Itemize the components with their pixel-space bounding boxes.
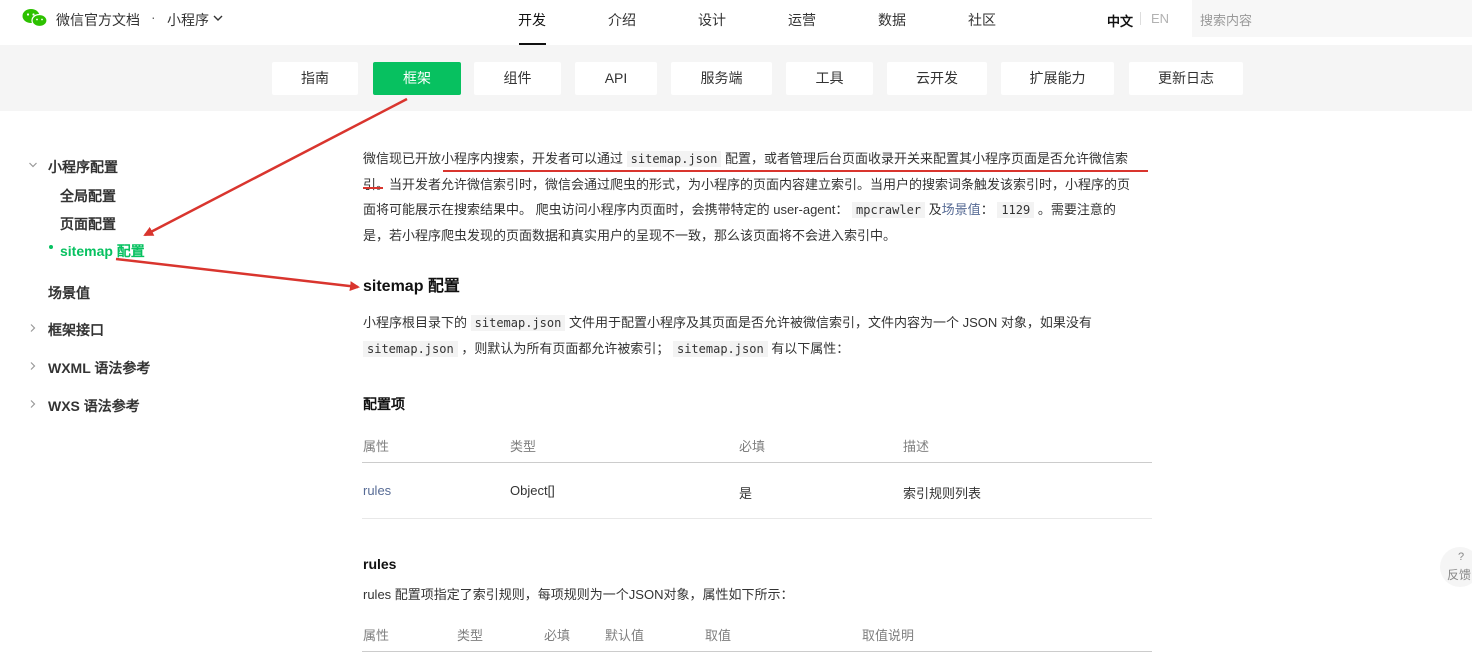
- nav-design[interactable]: 设计: [698, 10, 726, 30]
- tab-guide[interactable]: 指南: [272, 62, 358, 95]
- chevron-down-icon[interactable]: [28, 160, 38, 170]
- intro-line-2: 引。当开发者允许微信索引时，微信会通过爬虫的形式，为小程序的页面内容建立索引。当…: [363, 177, 1131, 192]
- nav-operations[interactable]: 运营: [788, 10, 816, 30]
- tab-cloud[interactable]: 云开发: [887, 62, 987, 95]
- code-1129: 1129: [997, 202, 1035, 218]
- chevron-right-icon[interactable]: [28, 399, 38, 409]
- annotation-underline: [443, 170, 1148, 172]
- sidebar-item-wxml[interactable]: WXML 语法参考: [48, 358, 150, 378]
- intro-paragraph: 微信现已开放小程序内搜索，开发者可以通过 sitemap.json 配置，或者管…: [363, 146, 1163, 248]
- rules-title: rules: [363, 556, 397, 572]
- sidebar-item-scene[interactable]: 场景值: [48, 283, 90, 303]
- tab-components[interactable]: 组件: [474, 62, 561, 95]
- wechat-logo-icon[interactable]: [22, 8, 48, 28]
- sitemap-desc-line-1: 小程序根目录下的 sitemap.json 文件用于配置小程序及其页面是否允许被…: [363, 315, 1092, 331]
- help-icon: ?: [1458, 551, 1465, 563]
- table-cell: 是: [739, 486, 753, 501]
- sidebar-item-framework-api[interactable]: 框架接口: [48, 320, 104, 340]
- table-header: 默认值: [605, 628, 645, 643]
- table-divider: [362, 651, 1152, 652]
- chevron-right-icon[interactable]: [28, 323, 38, 333]
- lang-divider: [1140, 12, 1141, 25]
- table-header: 类型: [510, 439, 537, 454]
- brand-title[interactable]: 微信官方文档: [56, 10, 140, 30]
- tab-tools[interactable]: 工具: [786, 62, 873, 95]
- table-header: 取值: [705, 628, 732, 643]
- section-title-sitemap: sitemap 配置: [363, 278, 460, 295]
- table-header: 必填: [544, 628, 571, 643]
- sidebar-item-miniprogram-config[interactable]: 小程序配置: [48, 157, 118, 177]
- sitemap-description: 小程序根目录下的 sitemap.json 文件用于配置小程序及其页面是否允许被…: [363, 310, 1163, 362]
- feedback-label: 反馈: [1447, 568, 1472, 582]
- table-divider: [362, 518, 1152, 519]
- intro-line-3: 面将可能展示在搜索结果中。 爬虫访问小程序内页面时，会携带特定的 user-ag…: [363, 202, 1116, 218]
- code-sitemap-json: sitemap.json: [626, 151, 722, 167]
- table-header: 描述: [903, 439, 930, 454]
- nav-develop[interactable]: 开发: [518, 10, 546, 30]
- table-divider: [362, 462, 1152, 463]
- table-header: 属性: [363, 628, 390, 643]
- tab-framework[interactable]: 框架: [373, 62, 461, 95]
- sidebar-item-sitemap-config[interactable]: sitemap 配置: [60, 241, 145, 261]
- chevron-right-icon[interactable]: [28, 361, 38, 371]
- table-header: 类型: [457, 628, 484, 643]
- intro-line-4: 是，若小程序爬虫发现的页面数据和真实用户的呈现不一致，那么该页面将不会进入索引中…: [363, 228, 897, 243]
- sidebar: [0, 111, 282, 666]
- top-header: 微信官方文档 · 小程序 开发 介绍 设计 运营 数据 社区 中文 EN 搜索内…: [0, 0, 1472, 45]
- table-header: 取值说明: [862, 628, 915, 643]
- sidebar-item-page-config[interactable]: 页面配置: [60, 214, 116, 234]
- nav-data[interactable]: 数据: [878, 10, 906, 30]
- tab-api[interactable]: API: [575, 62, 657, 95]
- product-switcher[interactable]: 小程序: [167, 10, 209, 30]
- tab-server[interactable]: 服务端: [671, 62, 772, 95]
- lang-chinese[interactable]: 中文: [1107, 11, 1133, 30]
- scene-value-link[interactable]: 场景值: [942, 202, 981, 217]
- code-mpcrawler: mpcrawler: [852, 202, 926, 218]
- nav-community[interactable]: 社区: [968, 10, 996, 30]
- intro-line-1: 微信现已开放小程序内搜索，开发者可以通过 sitemap.json 配置，或者管…: [363, 151, 1128, 167]
- brand-separator: ·: [151, 9, 156, 25]
- chevron-down-icon[interactable]: [212, 12, 224, 24]
- config-table-title: 配置项: [363, 396, 405, 412]
- nav-intro[interactable]: 介绍: [608, 10, 636, 30]
- active-bullet: [49, 245, 53, 249]
- sidebar-item-global-config[interactable]: 全局配置: [60, 186, 116, 206]
- annotation-underline: [363, 187, 383, 189]
- rules-description: rules 配置项指定了索引规则，每项规则为一个JSON对象，属性如下所示：: [363, 587, 794, 602]
- tab-extensions[interactable]: 扩展能力: [1001, 62, 1114, 95]
- table-header: 属性: [363, 439, 390, 454]
- table-cell: 索引规则列表: [903, 486, 982, 501]
- table-header: 必填: [739, 439, 766, 454]
- tab-changelog[interactable]: 更新日志: [1129, 62, 1243, 95]
- table-cell[interactable]: rules: [363, 483, 391, 498]
- lang-english[interactable]: EN: [1151, 11, 1169, 26]
- search-placeholder: 搜索内容: [1200, 13, 1253, 28]
- sitemap-desc-line-2: sitemap.json ，则默认为所有页面都允许被索引； sitemap.js…: [363, 336, 1163, 362]
- sidebar-item-wxs[interactable]: WXS 语法参考: [48, 396, 140, 416]
- table-cell: Object[]: [510, 483, 555, 498]
